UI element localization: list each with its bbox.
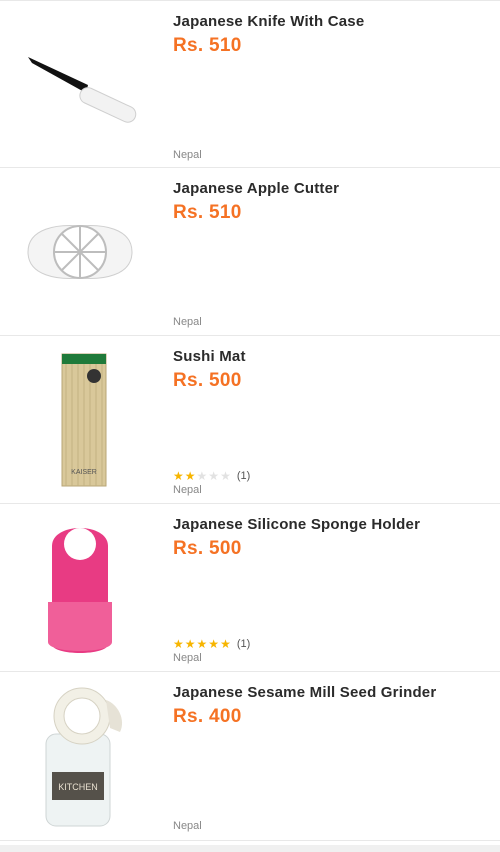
list-item[interactable]: KITCHEN Japanese Sesame Mill Seed Grinde… — [0, 672, 500, 841]
product-title[interactable]: Sushi Mat — [173, 348, 246, 365]
product-title[interactable]: Japanese Apple Cutter — [173, 180, 339, 197]
star-icon: ★ — [208, 469, 220, 483]
list-item[interactable]: Japanese Apple Cutter Rs. 510 Nepal — [0, 168, 500, 336]
product-title[interactable]: Japanese Knife With Case — [173, 13, 364, 30]
package-text: KITCHEN — [58, 782, 98, 792]
star-icon: ★ — [173, 469, 184, 483]
rating-count: (1) — [236, 470, 251, 482]
star-icon: ★ — [196, 469, 208, 483]
star-icon: ★ — [184, 637, 196, 651]
product-title[interactable]: Japanese Sesame Mill Seed Grinder — [173, 684, 436, 701]
star-icon: ★ — [173, 637, 184, 651]
star-icon: ★ — [196, 637, 208, 651]
star-icon: ★ — [220, 637, 231, 651]
product-location: Nepal — [173, 316, 202, 328]
product-price: Rs. 510 — [173, 202, 242, 223]
product-image-grinder[interactable]: KITCHEN — [0, 672, 160, 840]
product-title[interactable]: Japanese Silicone Sponge Holder — [173, 516, 420, 533]
star-icon: ★ — [220, 469, 231, 483]
product-price: Rs. 400 — [173, 706, 242, 727]
product-location: Nepal — [173, 820, 202, 832]
product-location: Nepal — [173, 149, 202, 161]
rating-count: (1) — [236, 638, 251, 650]
product-location: Nepal — [173, 484, 202, 496]
product-list: Japanese Knife With Case Rs. 510 Nepal J… — [0, 0, 500, 841]
list-item[interactable]: Japanese Silicone Sponge Holder Rs. 500 … — [0, 504, 500, 672]
product-image-knife[interactable] — [0, 1, 160, 169]
list-item[interactable]: KAISER Sushi Mat Rs. 500 ★ ★ ★ ★ ★ (1) N… — [0, 336, 500, 504]
product-price: Rs. 510 — [173, 35, 242, 56]
product-price: Rs. 500 — [173, 370, 242, 391]
product-rating: ★ ★ ★ ★ ★ (1) — [173, 638, 250, 650]
product-image-sushi-mat[interactable]: KAISER — [0, 336, 160, 504]
package-text: KAISER — [71, 469, 97, 476]
star-icon: ★ — [208, 637, 220, 651]
product-location: Nepal — [173, 652, 202, 664]
product-price: Rs. 500 — [173, 538, 242, 559]
product-image-apple-cutter[interactable] — [0, 168, 160, 336]
product-rating: ★ ★ ★ ★ ★ (1) — [173, 470, 250, 482]
star-icon: ★ — [184, 469, 196, 483]
bottom-separator — [0, 845, 500, 852]
list-item[interactable]: Japanese Knife With Case Rs. 510 Nepal — [0, 0, 500, 168]
product-image-sponge-holder[interactable] — [0, 504, 160, 672]
